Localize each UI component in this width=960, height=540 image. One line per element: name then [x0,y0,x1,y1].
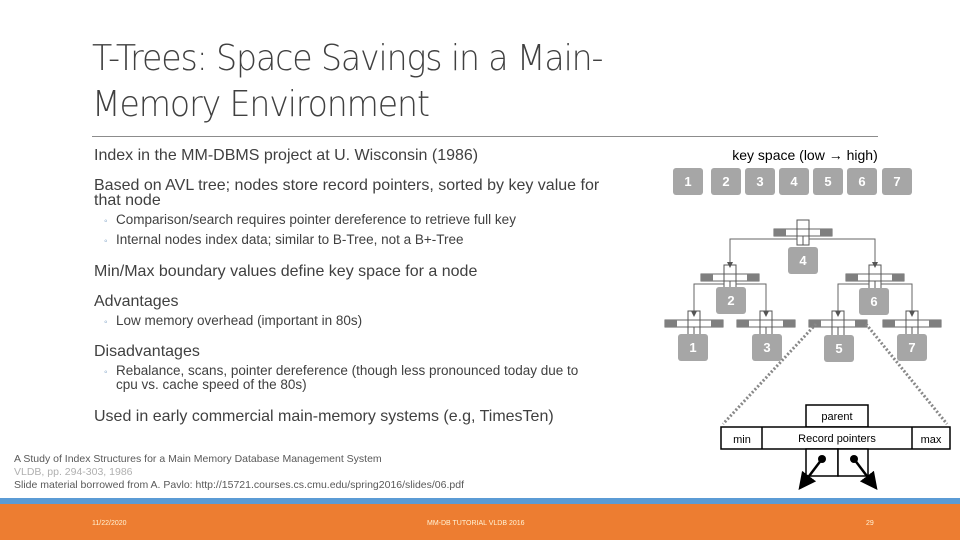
key-box-2-label: 2 [722,174,729,189]
edge-left-right [736,283,769,317]
tree-leaf-3 [736,310,796,337]
sub-bullet-rebalance-2: cpu vs. cache speed of the 80s) [116,377,307,392]
zoom-line-left [721,322,818,426]
reference-title: A Study of Index Structures for a Main M… [14,453,382,465]
edge-right-left [835,283,869,317]
tree-key-root [788,247,818,274]
reference-source-link[interactable]: Slide material borrowed from A. Pavlo: h… [14,479,464,492]
key-box-6-label: 6 [858,174,865,189]
edge-left-left [691,283,724,317]
tree-key-leaf-7 [897,334,927,361]
title-divider [92,136,878,137]
left-child-arrow-icon [798,458,823,490]
key-box-7-label: 7 [893,174,900,189]
edge-root-right [809,238,878,268]
tree-key-leaf-5-label: 5 [835,341,842,356]
max-label: max [921,434,942,446]
bullet-min-max: Min/Max boundary values define key space… [94,263,478,280]
sub-bullet-comparison: ◦ Comparison/search requires pointer dere… [104,212,516,228]
bullet-dot-icon: ◦ [104,317,108,328]
tree-key-leaf-5 [824,335,854,362]
node-record-bar [720,426,951,450]
key-box-1-label: 1 [684,174,691,189]
key-box-3 [745,168,775,195]
key-box-4 [779,168,809,195]
key-box-5 [813,168,843,195]
bullet-avl-line-2: that node [94,192,161,209]
key-space-label: key space (low → high) [732,147,878,163]
bullet-timesten: Used in early commercial main-memory sys… [94,408,554,425]
tree-leaf-5 [808,310,868,337]
slide-title-line-2: Memory Environment [92,84,430,125]
tree-key-leaf-3 [752,334,782,361]
key-box-7 [882,168,912,195]
right-child-pointer [837,448,869,477]
min-label: min [733,434,751,446]
slide-title-line-1: T-Trees: Space Savings in a Main- [92,38,604,79]
tree-key-root-label: 4 [799,253,807,268]
tree-key-leaf-1 [678,334,708,361]
tree-key-right [859,288,889,315]
parent-label: parent [821,411,852,423]
bullet-disadvantages: Disadvantages [94,343,200,360]
tree-key-leaf-1-label: 1 [689,340,696,355]
tree-leaf-7 [882,310,942,337]
tree-key-left [716,287,746,314]
tree-node-left [700,264,760,291]
bullet-dot-icon: ◦ [104,367,108,378]
node-detail: parent min Record pointers max [720,404,951,490]
edge-right-right [881,283,915,317]
bullet-dot-icon: ◦ [104,236,108,247]
edge-root-left [727,238,797,268]
bullet-avl-line-1: Based on AVL tree; nodes store record po… [94,177,600,194]
sub-bullet-internal-nodes: ◦ Internal nodes index data; similar to B… [104,232,464,248]
sub-bullet-low-memory: ◦ Low memory overhead (important in 80s) [104,313,363,329]
key-box-1 [673,168,703,195]
page-number: 29 [866,520,874,527]
bullet-mm-dbms: Index in the MM-DBMS project at U. Wisco… [94,147,479,164]
right-child-arrow-icon [853,458,878,490]
tree-node-root [773,219,833,246]
tree-key-right-label: 6 [870,294,877,309]
tree-node-right [845,264,905,291]
slide-title: T-Trees: Space Savings in a Main- Memory… [92,36,736,128]
tree-key-left-label: 2 [727,293,734,308]
key-box-2 [711,168,741,195]
key-box-3-label: 3 [756,174,763,189]
tree-key-leaf-3-label: 3 [763,340,770,355]
reference-venue: VLDB, pp. 294-303, 1986 [14,466,133,478]
tree-leaf-1 [664,310,724,337]
parent-box [805,404,869,428]
bullet-dot-icon: ◦ [104,216,108,227]
footer-date: 11/22/2020 [92,520,127,527]
key-box-6 [847,168,877,195]
footer-bar: 11/22/2020 MM-DB TUTORIAL VLDB 2016 29 [0,504,960,540]
footer-title: MM-DB TUTORIAL VLDB 2016 [427,520,525,527]
record-pointers-label: Record pointers [798,433,876,445]
left-child-pointer [805,448,839,477]
key-box-5-label: 5 [824,174,831,189]
tree-key-leaf-7-label: 7 [908,340,915,355]
bullet-advantages: Advantages [94,293,179,310]
zoom-line-right [864,323,949,425]
key-box-4-label: 4 [790,174,798,189]
